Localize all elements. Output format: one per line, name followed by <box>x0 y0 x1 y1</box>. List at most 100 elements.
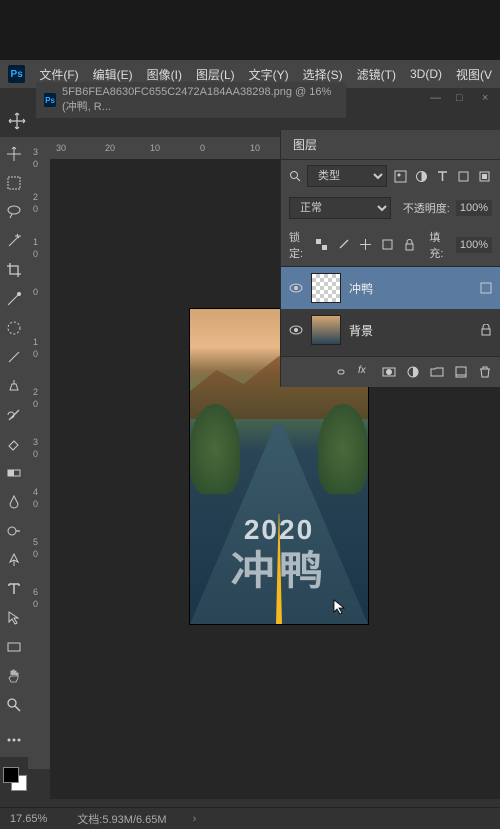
fx-icon[interactable]: fx <box>358 365 372 379</box>
text-chongya: 冲鸭 <box>231 538 328 596</box>
lock-artboard-icon[interactable] <box>381 238 395 252</box>
layer-thumbnail[interactable] <box>311 273 341 303</box>
maximize-icon[interactable]: □ <box>456 92 466 102</box>
eyedropper-tool[interactable] <box>3 288 25 310</box>
layers-panel: 图层 类型 正常 不透明度: 100% 锁定: 填充: 100% <box>280 130 500 387</box>
edit-toolbar[interactable] <box>3 729 25 751</box>
ruler-v-tick: 0 <box>33 499 38 509</box>
ruler-vertical: 3 0 2 0 1 0 0 1 0 2 0 3 0 4 0 5 0 6 0 <box>28 137 50 769</box>
window-chrome <box>0 0 500 60</box>
foreground-color[interactable] <box>3 767 19 783</box>
menu-edit[interactable]: 编辑(E) <box>93 66 133 83</box>
lock-position-icon[interactable] <box>359 238 373 252</box>
layer-name[interactable]: 冲鸭 <box>349 280 472 297</box>
menu-type[interactable]: 文字(Y) <box>249 66 289 83</box>
minimize-icon[interactable]: — <box>430 92 440 102</box>
history-brush-tool[interactable] <box>3 404 25 426</box>
opacity-label: 不透明度: <box>403 200 450 216</box>
dodge-tool[interactable] <box>3 520 25 542</box>
filter-type-icon[interactable] <box>435 169 450 184</box>
blend-mode-select[interactable]: 正常 <box>289 197 391 219</box>
pen-tool[interactable] <box>3 549 25 571</box>
rectangle-tool[interactable] <box>3 636 25 658</box>
visibility-icon[interactable] <box>289 323 303 337</box>
ruler-v-tick: 0 <box>33 399 38 409</box>
layers-tab[interactable]: 图层 <box>281 130 500 160</box>
ruler-v-tick: 1 <box>33 237 38 247</box>
menu-layer[interactable]: 图层(L) <box>196 66 235 83</box>
ruler-v-tick: 0 <box>33 159 38 169</box>
fill-value[interactable]: 100% <box>456 237 492 253</box>
ruler-v-tick: 0 <box>33 349 38 359</box>
path-select-tool[interactable] <box>3 607 25 629</box>
ruler-v-tick: 3 <box>33 147 38 157</box>
zoom-level[interactable]: 17.65% <box>10 813 47 825</box>
ruler-v-tick: 2 <box>33 192 38 202</box>
mask-icon[interactable] <box>382 365 396 379</box>
adjustment-icon[interactable] <box>406 365 420 379</box>
hand-tool[interactable] <box>3 665 25 687</box>
zoom-tool[interactable] <box>3 694 25 716</box>
visibility-icon[interactable] <box>289 281 303 295</box>
menu-3d[interactable]: 3D(D) <box>410 67 442 81</box>
magic-wand-tool[interactable] <box>3 230 25 252</box>
filter-shape-icon[interactable] <box>456 169 471 184</box>
tab-title: 5FB6FEA8630FC655C2472A184AA38298.png @ 1… <box>62 86 338 114</box>
ruler-v-tick: 0 <box>33 249 38 259</box>
image-trees-left <box>190 404 240 494</box>
ruler-v-tick: 1 <box>33 337 38 347</box>
clone-stamp-tool[interactable] <box>3 375 25 397</box>
filter-adjust-icon[interactable] <box>414 169 429 184</box>
new-layer-icon[interactable] <box>454 365 468 379</box>
window-controls: — □ × <box>422 88 500 106</box>
layer-thumbnail[interactable] <box>311 315 341 345</box>
lock-paint-icon[interactable] <box>337 238 351 252</box>
marquee-tool[interactable] <box>3 172 25 194</box>
brush-tool[interactable] <box>3 346 25 368</box>
eraser-tool[interactable] <box>3 433 25 455</box>
layer-item[interactable]: 冲鸭 <box>281 267 500 309</box>
healing-brush-tool[interactable] <box>3 317 25 339</box>
ruler-v-tick: 6 <box>33 587 38 597</box>
menu-image[interactable]: 图像(I) <box>147 66 182 83</box>
crop-tool[interactable] <box>3 259 25 281</box>
gradient-tool[interactable] <box>3 462 25 484</box>
chevron-right-icon[interactable]: › <box>193 813 197 825</box>
ruler-v-tick: 5 <box>33 537 38 547</box>
search-icon <box>289 170 301 182</box>
filter-pixel-icon[interactable] <box>393 169 408 184</box>
blur-tool[interactable] <box>3 491 25 513</box>
document-tab[interactable]: Ps 5FB6FEA8630FC655C2472A184AA38298.png … <box>36 82 346 118</box>
lock-icon[interactable] <box>480 324 492 336</box>
menu-filter[interactable]: 滤镜(T) <box>357 66 396 83</box>
document-size[interactable]: 文档:5.93M/6.65M › <box>77 811 196 827</box>
options-bar <box>8 112 26 135</box>
close-icon[interactable]: × <box>482 92 492 102</box>
color-swatches[interactable] <box>3 767 27 791</box>
link-icon[interactable] <box>334 365 348 379</box>
layer-advanced-icon[interactable] <box>480 282 492 294</box>
trash-icon[interactable] <box>478 365 492 379</box>
layer-item[interactable]: 背景 <box>281 309 500 351</box>
ruler-v-tick: 2 <box>33 387 38 397</box>
menu-file[interactable]: 文件(F) <box>39 66 78 83</box>
filter-smart-icon[interactable] <box>477 169 492 184</box>
filter-select[interactable]: 类型 <box>307 165 387 187</box>
cursor-icon <box>332 599 348 620</box>
type-tool[interactable] <box>3 578 25 600</box>
document-size-text: 文档:5.93M/6.65M <box>77 811 166 827</box>
menu-view[interactable]: 视图(V <box>456 66 492 83</box>
layer-name[interactable]: 背景 <box>349 322 472 339</box>
ruler-h-tick: 0 <box>200 143 205 153</box>
menu-select[interactable]: 选择(S) <box>303 66 343 83</box>
ruler-v-tick: 0 <box>33 449 38 459</box>
move-tool[interactable] <box>3 143 25 165</box>
lock-all-icon[interactable] <box>403 238 417 252</box>
opacity-value[interactable]: 100% <box>456 200 492 216</box>
group-icon[interactable] <box>430 365 444 379</box>
status-bar: 17.65% 文档:5.93M/6.65M › <box>0 807 500 829</box>
lasso-tool[interactable] <box>3 201 25 223</box>
ruler-v-tick: 0 <box>33 287 38 297</box>
lock-transparent-icon[interactable] <box>315 238 329 252</box>
ruler-v-tick: 0 <box>33 599 38 609</box>
